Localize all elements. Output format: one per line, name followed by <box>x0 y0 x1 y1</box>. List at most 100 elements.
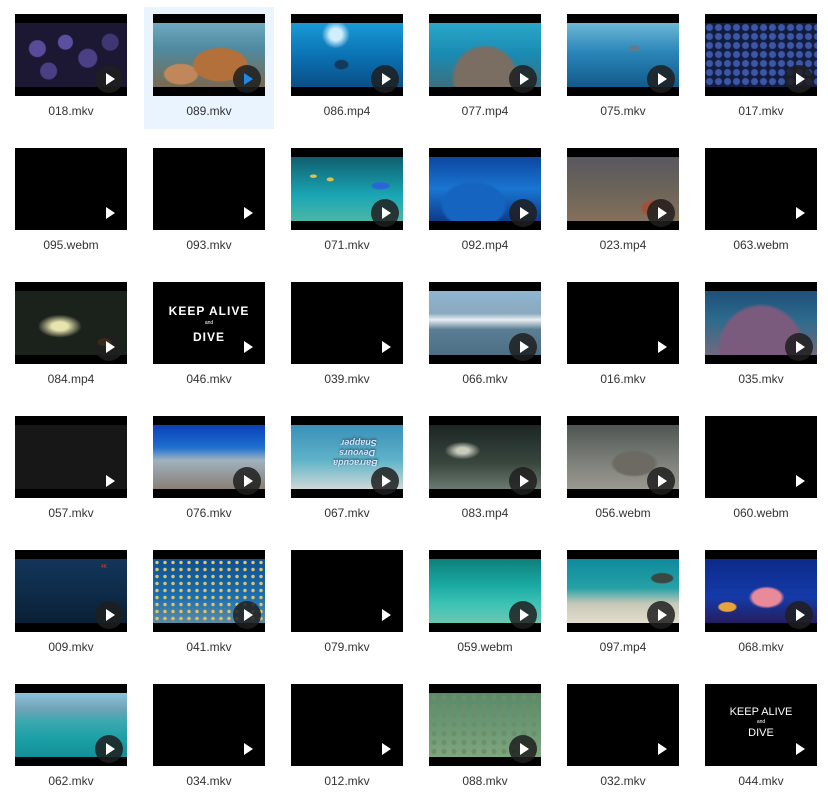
file-name-label: 077.mp4 <box>461 104 509 118</box>
video-file-tile[interactable]: 012.mkv <box>282 677 412 799</box>
video-thumbnail[interactable]: KEEP ALIVE and DIVE <box>705 684 817 766</box>
video-file-tile[interactable]: 018.mkv <box>6 7 136 129</box>
video-file-tile[interactable]: 075.mkv <box>558 7 688 129</box>
play-icon <box>658 475 667 487</box>
play-badge <box>509 601 537 629</box>
file-name-label: 076.mkv <box>186 506 232 520</box>
play-icon <box>796 207 805 219</box>
file-name-label: 059.webm <box>457 640 513 654</box>
video-thumbnail[interactable] <box>429 14 541 96</box>
video-thumbnail[interactable] <box>153 416 265 498</box>
video-thumbnail[interactable] <box>291 148 403 230</box>
video-file-tile[interactable]: 068.mkv <box>696 543 826 665</box>
video-file-tile[interactable]: 063.webm <box>696 141 826 263</box>
video-thumbnail[interactable] <box>291 14 403 96</box>
video-file-tile[interactable]: 066.mkv <box>420 275 550 397</box>
video-file-tile[interactable]: 093.mkv <box>144 141 274 263</box>
video-file-tile[interactable]: 062.mkv <box>6 677 136 799</box>
video-thumbnail[interactable] <box>705 550 817 632</box>
video-thumbnail[interactable] <box>429 550 541 632</box>
play-badge <box>233 735 261 763</box>
video-file-tile[interactable]: 097.mp4 <box>558 543 688 665</box>
video-thumbnail[interactable] <box>15 684 127 766</box>
video-thumbnail[interactable] <box>15 282 127 364</box>
video-file-tile[interactable]: 084.mp4 <box>6 275 136 397</box>
file-name-label: 062.mkv <box>48 774 94 788</box>
video-file-tile[interactable]: 060.webm <box>696 409 826 531</box>
video-thumbnail[interactable] <box>153 684 265 766</box>
video-thumbnail[interactable] <box>567 416 679 498</box>
video-thumbnail[interactable] <box>567 550 679 632</box>
video-thumbnail[interactable] <box>705 14 817 96</box>
play-icon <box>520 341 529 353</box>
video-file-tile[interactable]: KEEP ALIVE and DIVE 046.mkv <box>144 275 274 397</box>
play-badge <box>371 199 399 227</box>
video-thumbnail[interactable] <box>15 416 127 498</box>
video-thumbnail[interactable] <box>429 148 541 230</box>
video-file-tile[interactable]: 035.mkv <box>696 275 826 397</box>
play-badge <box>95 199 123 227</box>
file-name-label: 056.webm <box>595 506 651 520</box>
play-badge <box>233 199 261 227</box>
play-badge <box>233 601 261 629</box>
play-icon <box>382 73 391 85</box>
video-thumbnail[interactable] <box>153 14 265 96</box>
video-file-tile[interactable]: 076.mkv <box>144 409 274 531</box>
video-file-tile[interactable]: 017.mkv <box>696 7 826 129</box>
file-name-label: 039.mkv <box>324 372 370 386</box>
file-name-label: 086.mp4 <box>323 104 371 118</box>
video-file-tile[interactable]: 023.mp4 <box>558 141 688 263</box>
video-file-tile[interactable]: 086.mp4 <box>282 7 412 129</box>
video-file-tile[interactable]: 083.mp4 <box>420 409 550 531</box>
video-thumbnail[interactable] <box>567 282 679 364</box>
video-thumbnail[interactable] <box>429 416 541 498</box>
video-file-tile[interactable]: 056.webm <box>558 409 688 531</box>
play-badge <box>371 601 399 629</box>
play-badge <box>371 333 399 361</box>
video-thumbnail[interactable] <box>429 282 541 364</box>
video-thumbnail[interactable]: Barracuda Devours Snapper <box>291 416 403 498</box>
video-thumbnail[interactable] <box>291 684 403 766</box>
file-name-label: 079.mkv <box>324 640 370 654</box>
video-thumbnail[interactable]: 4K <box>15 550 127 632</box>
overlay-title-keep-alive: KEEP ALIVE <box>729 706 793 718</box>
video-thumbnail[interactable] <box>291 282 403 364</box>
video-thumbnail[interactable] <box>705 148 817 230</box>
file-name-label: 071.mkv <box>324 238 370 252</box>
video-file-tile[interactable]: 089.mkv <box>144 7 274 129</box>
video-thumbnail[interactable] <box>567 148 679 230</box>
video-file-tile[interactable]: 4K 009.mkv <box>6 543 136 665</box>
video-thumbnail[interactable] <box>705 416 817 498</box>
play-icon <box>796 341 805 353</box>
video-file-tile[interactable]: 039.mkv <box>282 275 412 397</box>
video-thumbnail[interactable] <box>705 282 817 364</box>
video-file-tile[interactable]: 077.mp4 <box>420 7 550 129</box>
video-file-tile[interactable]: 071.mkv <box>282 141 412 263</box>
video-thumbnail[interactable] <box>567 684 679 766</box>
video-thumbnail[interactable] <box>429 684 541 766</box>
video-thumbnail[interactable]: KEEP ALIVE and DIVE <box>153 282 265 364</box>
play-icon <box>244 475 253 487</box>
video-thumbnail[interactable] <box>153 550 265 632</box>
file-name-label: 068.mkv <box>738 640 784 654</box>
video-file-tile[interactable]: 032.mkv <box>558 677 688 799</box>
video-file-tile[interactable]: 079.mkv <box>282 543 412 665</box>
video-file-tile[interactable]: 057.mkv <box>6 409 136 531</box>
video-file-tile[interactable]: 041.mkv <box>144 543 274 665</box>
video-thumbnail[interactable] <box>291 550 403 632</box>
file-name-label: 023.mp4 <box>599 238 647 252</box>
video-file-tile[interactable]: 095.webm <box>6 141 136 263</box>
video-file-tile[interactable]: KEEP ALIVE and DIVE 044.mkv <box>696 677 826 799</box>
play-badge <box>509 65 537 93</box>
video-thumbnail[interactable] <box>567 14 679 96</box>
video-file-tile[interactable]: 016.mkv <box>558 275 688 397</box>
video-file-tile[interactable]: 092.mp4 <box>420 141 550 263</box>
video-file-tile[interactable]: 059.webm <box>420 543 550 665</box>
play-badge <box>95 601 123 629</box>
video-thumbnail[interactable] <box>15 14 127 96</box>
video-thumbnail[interactable] <box>153 148 265 230</box>
video-file-tile[interactable]: 034.mkv <box>144 677 274 799</box>
video-file-tile[interactable]: Barracuda Devours Snapper 067.mkv <box>282 409 412 531</box>
video-file-tile[interactable]: 088.mkv <box>420 677 550 799</box>
video-thumbnail[interactable] <box>15 148 127 230</box>
